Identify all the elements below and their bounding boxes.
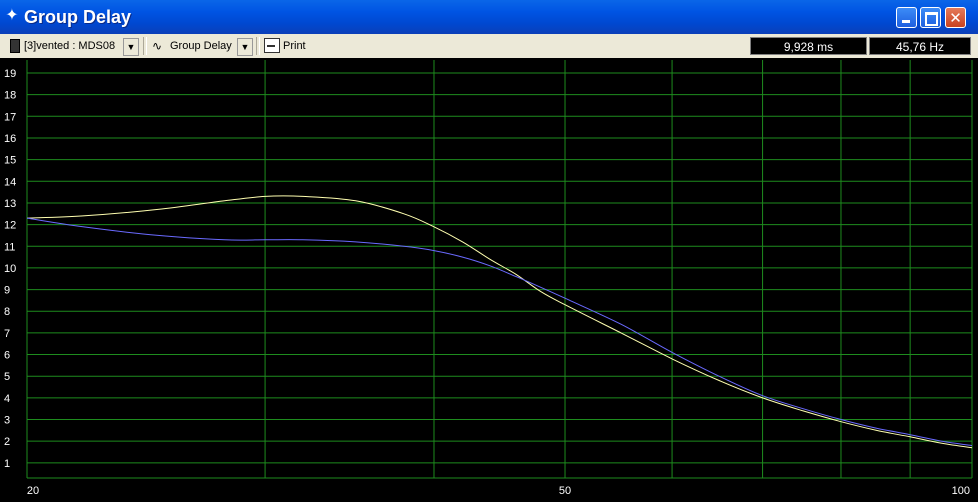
- y-tick-label: 13: [4, 198, 16, 210]
- x-tick-label: 50: [559, 485, 571, 497]
- y-tick-label: 6: [4, 350, 10, 362]
- toolbar-separator: [256, 37, 260, 55]
- print-button[interactable]: Print: [283, 35, 306, 57]
- y-tick-label: 9: [4, 285, 10, 297]
- y-tick-label: 18: [4, 90, 16, 102]
- y-tick-label: 7: [4, 328, 10, 340]
- y-tick-label: 14: [4, 176, 16, 188]
- group-delay-chart[interactable]: 1234567891011121314151617181920 50 100: [0, 58, 978, 502]
- x-tick-label: 20: [27, 485, 39, 497]
- y-tick-label: 11: [4, 241, 15, 253]
- minimize-button[interactable]: [896, 7, 917, 28]
- title-bar[interactable]: ✦ Group Delay ✕: [0, 0, 978, 35]
- view-mode-selector[interactable]: Group Delay: [170, 35, 232, 57]
- view-mode-dropdown-icon[interactable]: ▼: [237, 38, 253, 56]
- cursor-frequency-readout: 45,76 Hz: [869, 37, 971, 55]
- y-tick-label: 2: [4, 436, 10, 448]
- y-tick-label: 17: [4, 111, 16, 123]
- close-button[interactable]: ✕: [945, 7, 966, 28]
- x-tick-label: 100: [952, 485, 970, 497]
- group-delay-window: ✦ Group Delay ✕ [3]vented : MDS08 ▼ ∿ Gr…: [0, 0, 978, 502]
- printer-icon[interactable]: [264, 38, 280, 53]
- waveform-icon: ∿: [152, 39, 163, 53]
- y-tick-label: 15: [4, 155, 16, 167]
- document-dropdown-icon[interactable]: ▼: [123, 38, 139, 56]
- window-title: Group Delay: [24, 7, 132, 27]
- plot-background: [0, 58, 978, 502]
- cursor-time-readout: 9,928 ms: [750, 37, 867, 55]
- y-tick-label: 1: [4, 458, 10, 470]
- y-tick-label: 5: [4, 371, 10, 383]
- y-tick-label: 19: [4, 68, 16, 80]
- pin-icon[interactable]: ✦: [4, 6, 20, 26]
- y-tick-label: 4: [4, 393, 10, 405]
- maximize-button[interactable]: [920, 7, 941, 28]
- toolbar-separator: [143, 37, 147, 55]
- y-tick-label: 3: [4, 415, 10, 427]
- plot-area[interactable]: 1 2 3 4 5 6 7 8 9 10 11 12 13 14 15 16 17 18 19 20 50 100: [0, 58, 978, 502]
- y-tick-label: 8: [4, 306, 10, 318]
- document-icon: [10, 39, 20, 53]
- y-tick-label: 12: [4, 220, 16, 232]
- document-selector[interactable]: [3]vented : MDS08: [24, 35, 115, 57]
- close-icon: ✕: [949, 9, 962, 27]
- y-tick-label: 16: [4, 133, 16, 145]
- y-tick-label: 10: [4, 263, 16, 275]
